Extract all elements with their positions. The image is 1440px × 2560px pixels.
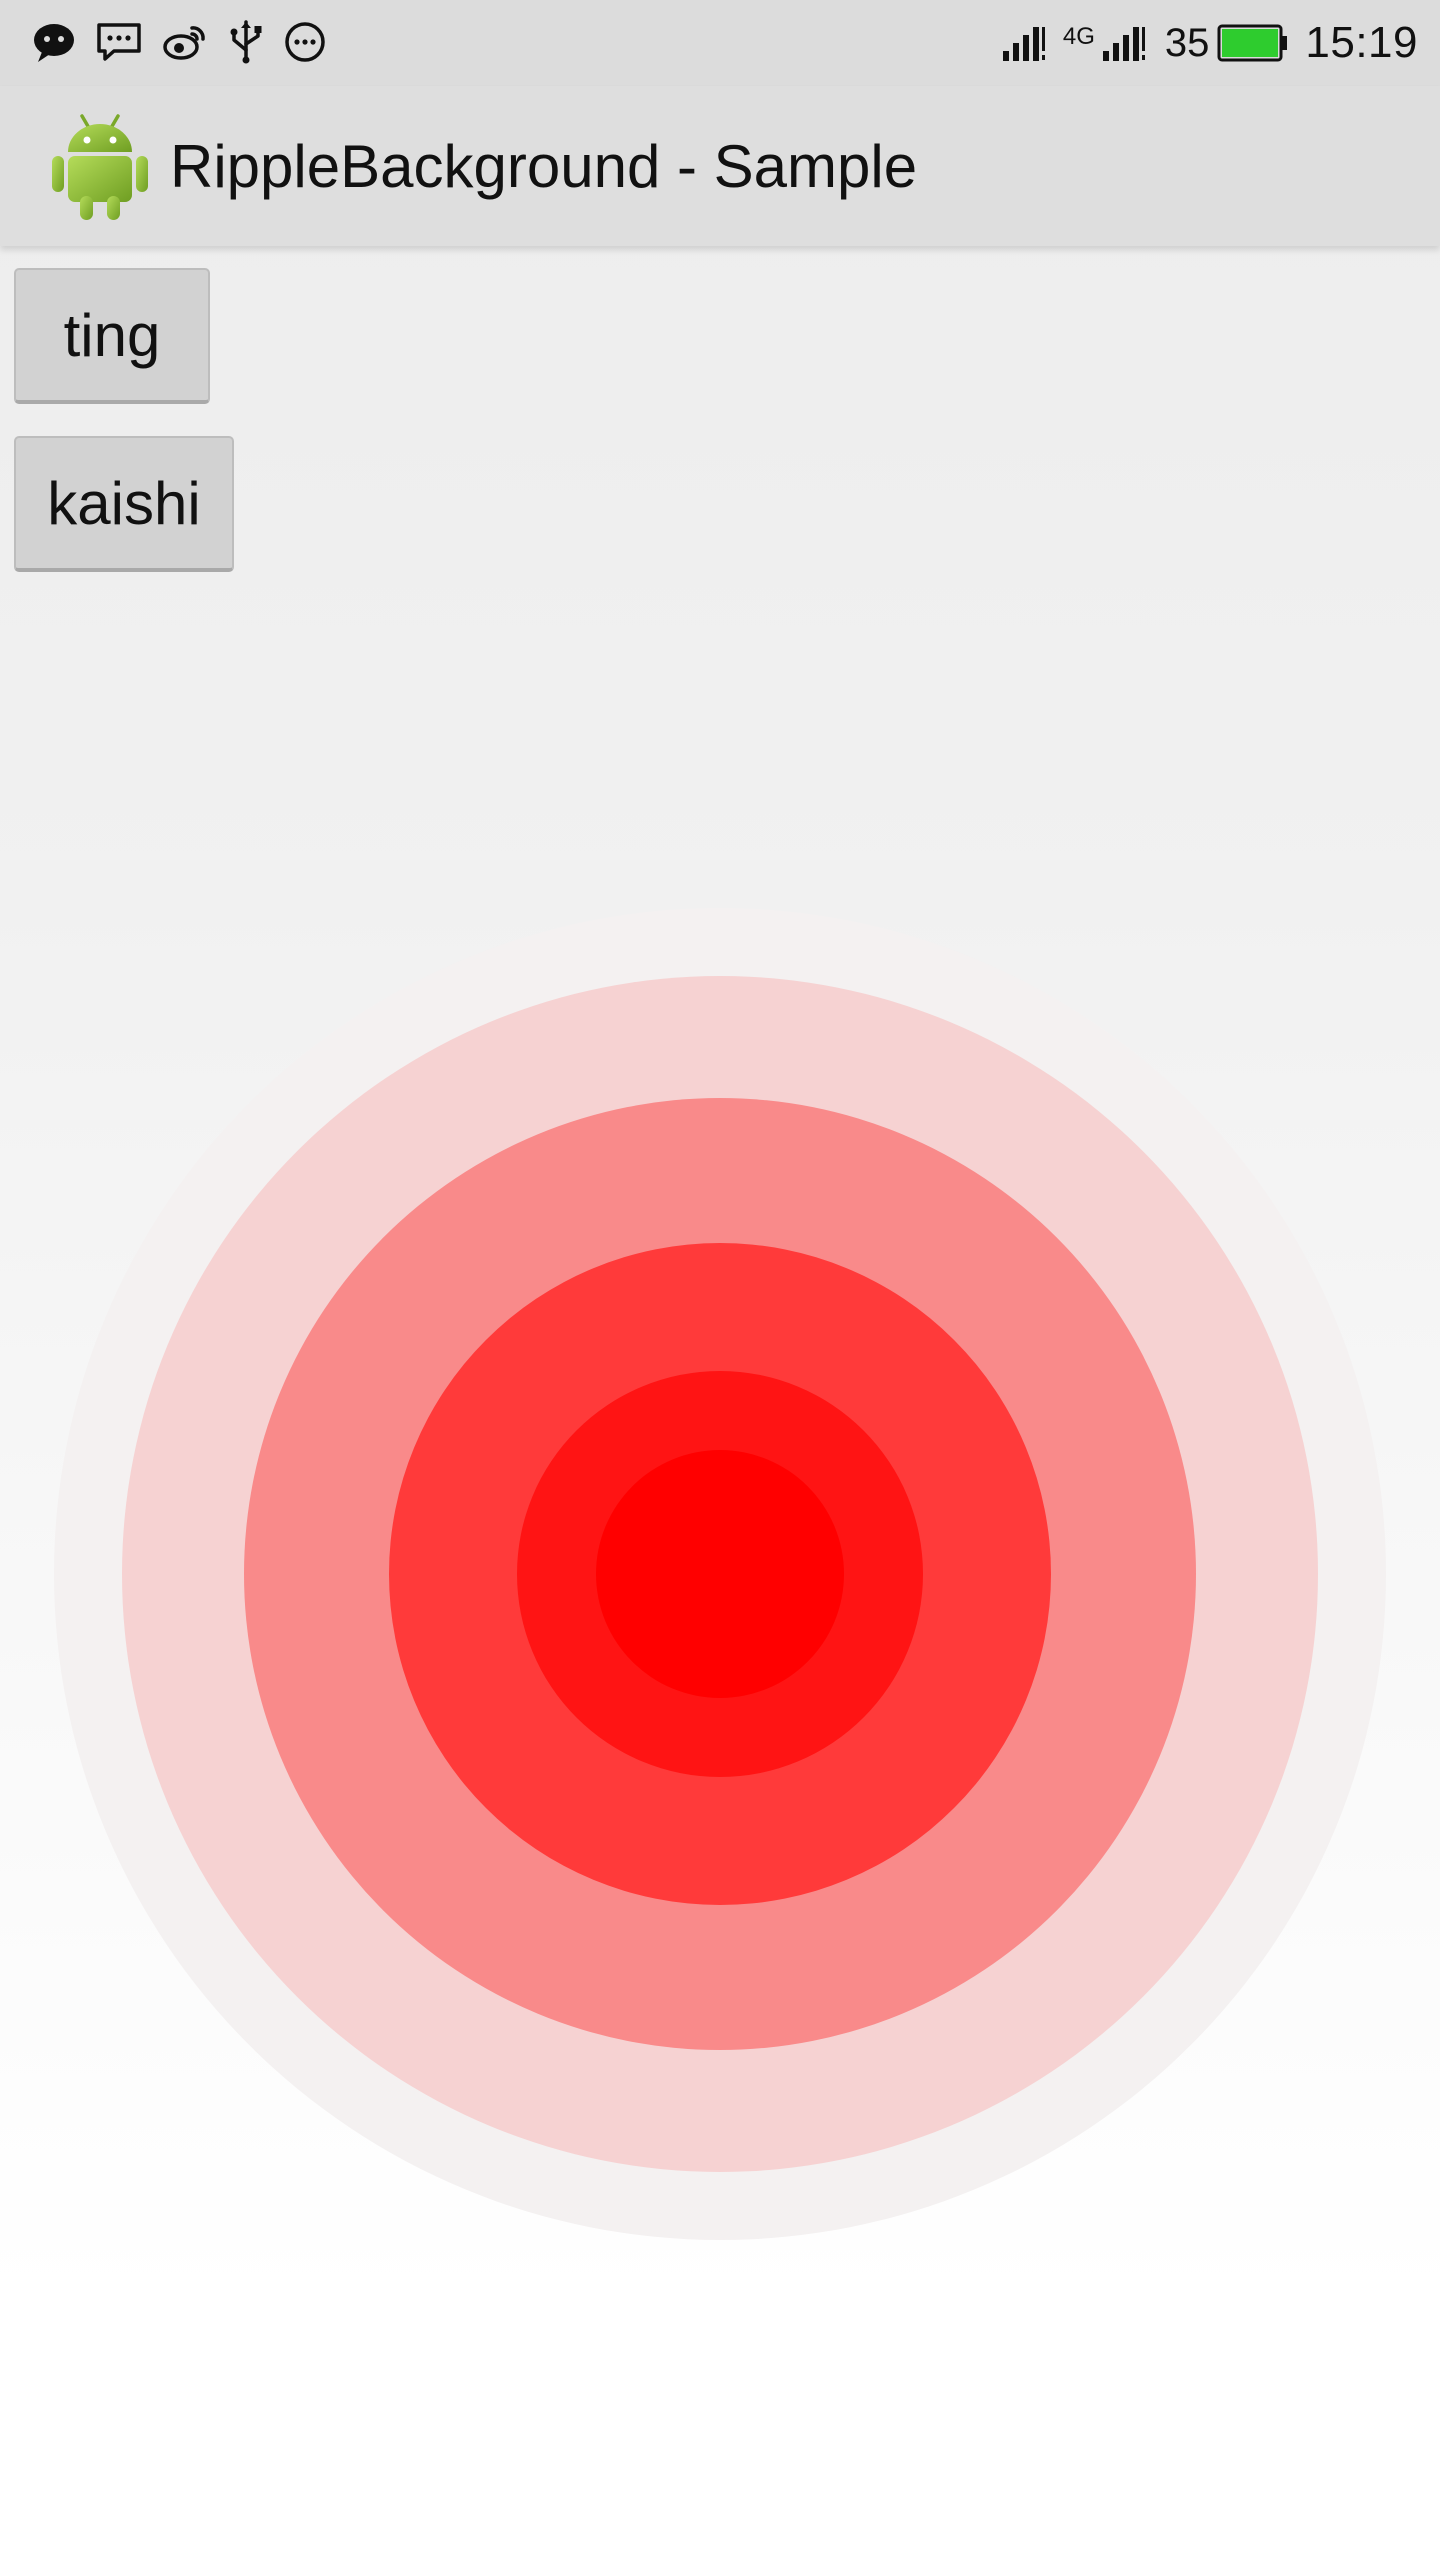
signal-icon-secondary <box>1101 23 1147 63</box>
action-bar: RippleBackground - Sample <box>0 86 1440 246</box>
ripple-center <box>596 1450 844 1698</box>
network-type-label: 4G <box>1062 23 1095 50</box>
ting-button[interactable]: ting <box>14 268 210 404</box>
ripple-background[interactable] <box>0 880 1440 2280</box>
signal-icon <box>1001 23 1047 63</box>
battery-level: 35 <box>1164 20 1210 65</box>
message-icon <box>96 22 142 62</box>
system-indicators: 4G 35 15:19 <box>1001 14 1418 72</box>
app-title: RippleBackground - Sample <box>170 133 918 200</box>
chat-bubble-icon <box>32 22 76 62</box>
android-robot-icon <box>50 110 150 222</box>
kaishi-button[interactable]: kaishi <box>14 436 234 572</box>
status-bar: 4G 35 15:19 <box>0 0 1440 86</box>
usb-icon <box>228 20 264 64</box>
more-icon <box>284 21 326 63</box>
notification-icons <box>32 20 326 64</box>
clock: 15:19 <box>1305 18 1418 67</box>
battery-icon <box>1217 23 1289 63</box>
weibo-icon <box>162 22 208 62</box>
